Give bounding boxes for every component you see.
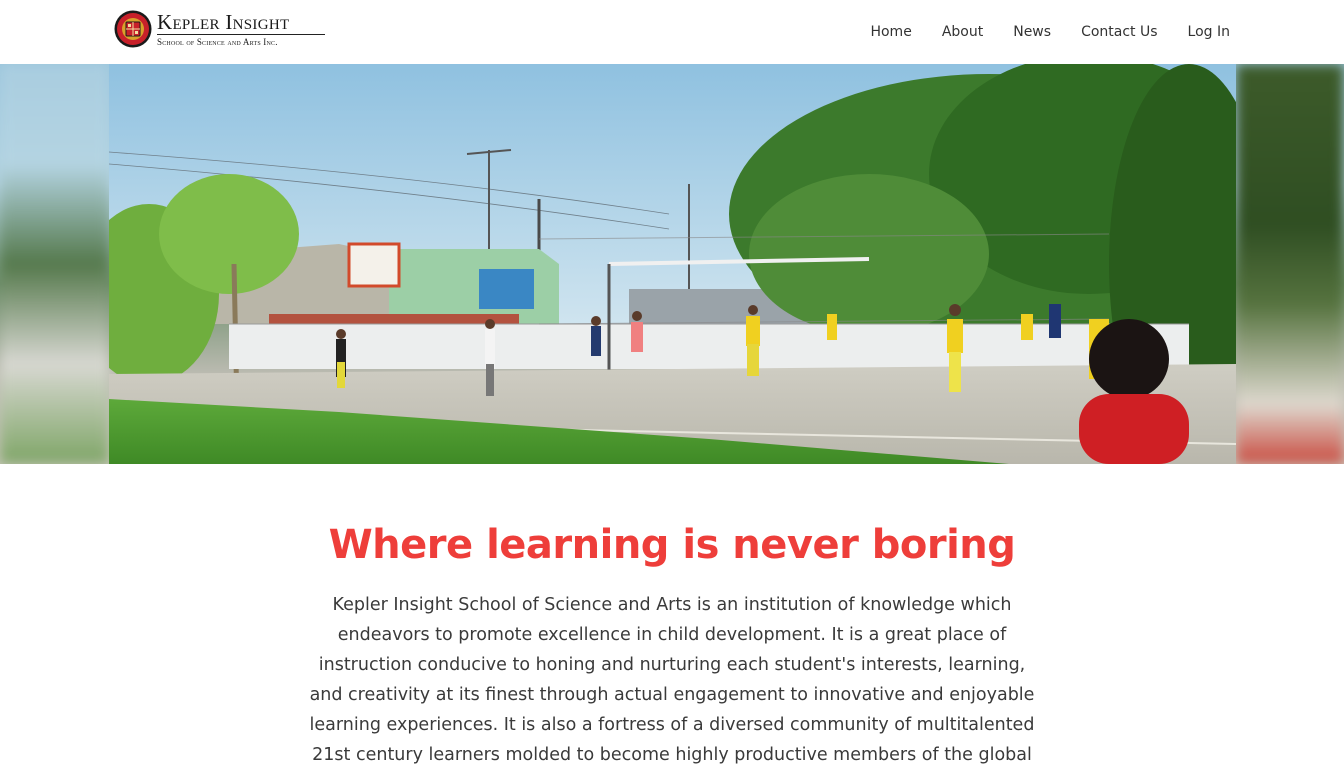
site-header: Kepler Insight School of Science and Art… <box>0 0 1344 64</box>
nav-about[interactable]: About <box>942 22 983 42</box>
logo-title: Kepler Insight <box>157 9 290 34</box>
logo-divider <box>157 33 325 35</box>
hero-backdrop-left <box>0 64 109 464</box>
nav-log-in[interactable]: Log In <box>1188 22 1230 42</box>
intro-paragraph: Kepler Insight School of Science and Art… <box>309 595 1035 765</box>
nav-news[interactable]: News <box>1013 22 1051 42</box>
volleyball-court-photo <box>109 64 1236 464</box>
intro-section: Where learning is never boring Kepler In… <box>0 464 1344 765</box>
nav-contact-us[interactable]: Contact Us <box>1081 22 1157 42</box>
page-headline: Where learning is never boring <box>328 522 1016 568</box>
school-seal-icon <box>114 10 152 48</box>
hero-backdrop-right <box>1236 64 1344 464</box>
hero-image <box>109 64 1236 464</box>
nav-home[interactable]: Home <box>870 22 911 42</box>
main-nav: Home About News Contact Us Log In <box>840 22 1230 42</box>
logo-subtitle: School of Science and Arts Inc. <box>157 36 278 47</box>
site-logo[interactable]: Kepler Insight School of Science and Art… <box>114 10 325 48</box>
logo-wordmark: Kepler Insight School of Science and Art… <box>157 9 325 47</box>
